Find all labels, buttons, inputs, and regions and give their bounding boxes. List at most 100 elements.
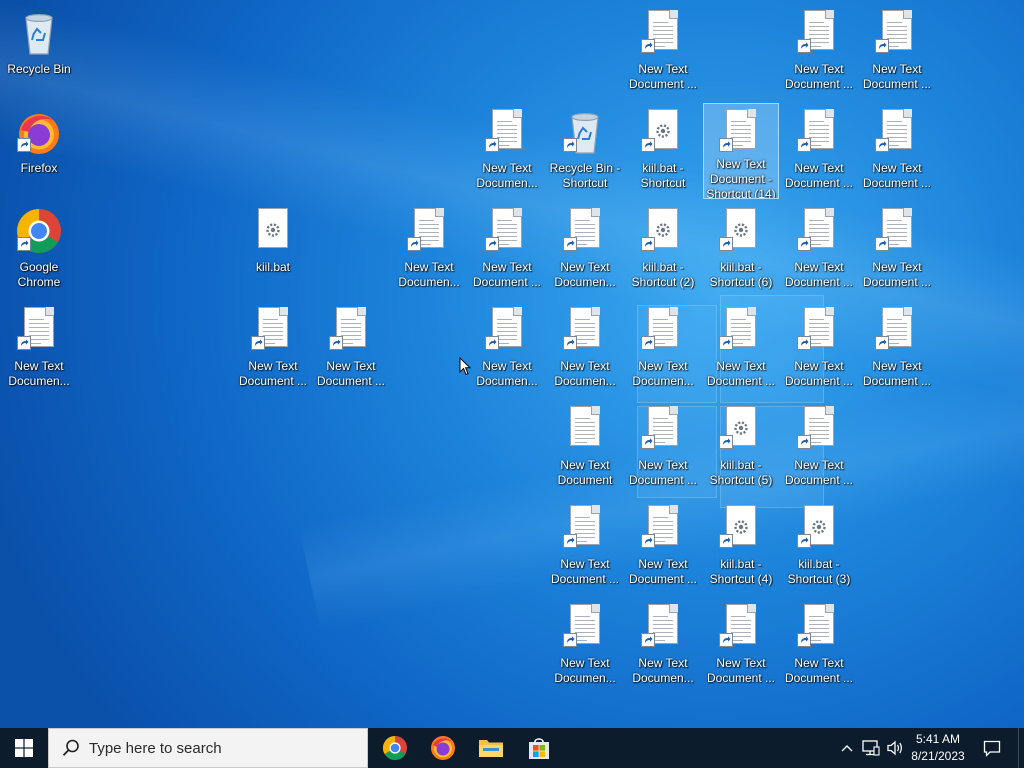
- shortcut-arrow-icon: [797, 39, 811, 53]
- icon-image: [561, 603, 609, 651]
- text-document-shortcut[interactable]: New Text Document ...: [235, 301, 311, 397]
- shortcut-arrow-icon: [563, 237, 577, 251]
- recycle-bin-shortcut[interactable]: Recycle Bin - Shortcut: [547, 103, 623, 199]
- kiil-bat-file[interactable]: kiil.bat: [235, 202, 311, 298]
- recycle-bin-icon[interactable]: Recycle Bin: [1, 4, 77, 100]
- text-document-shortcut[interactable]: New Text Document ...: [313, 301, 389, 397]
- text-document-shortcut[interactable]: New Text Document ...: [859, 4, 935, 100]
- batch-file-icon: [258, 208, 288, 248]
- taskbar-chrome-button[interactable]: [371, 728, 419, 768]
- icon-label: Google Chrome: [17, 260, 61, 289]
- text-document-shortcut[interactable]: New Text Document ...: [859, 202, 935, 298]
- firefox-icon: [431, 736, 455, 760]
- icon-label: Firefox: [20, 161, 58, 175]
- text-document-shortcut[interactable]: New Text Document ...: [625, 400, 701, 496]
- shortcut-arrow-icon: [641, 237, 655, 251]
- kiil-bat-shortcut[interactable]: kiil.bat - Shortcut: [625, 103, 701, 199]
- taskbar-file-explorer-button[interactable]: [467, 728, 515, 768]
- shortcut-arrow-icon: [641, 435, 655, 449]
- shortcut-arrow-icon: [329, 336, 343, 350]
- icon-label: Recycle Bin - Shortcut: [549, 161, 621, 190]
- text-document-shortcut[interactable]: New Text Document ...: [859, 301, 935, 397]
- icon-image: [795, 603, 843, 651]
- windows-logo-icon: [15, 739, 33, 757]
- icon-label: kiil.bat - Shortcut (3): [787, 557, 851, 586]
- icon-image: [639, 405, 687, 453]
- shortcut-arrow-icon: [641, 138, 655, 152]
- text-document-shortcut[interactable]: New Text Document ...: [781, 202, 857, 298]
- icon-image: [717, 504, 765, 552]
- text-document-shortcut[interactable]: New Text Document ...: [781, 301, 857, 397]
- icon-label: New Text Document ...: [784, 62, 854, 91]
- start-button[interactable]: [0, 728, 48, 768]
- text-document-shortcut[interactable]: New Text Document ...: [859, 103, 935, 199]
- kiil-bat-shortcut[interactable]: kiil.bat - Shortcut (5): [703, 400, 779, 496]
- icon-label: New Text Documen...: [632, 656, 694, 685]
- text-document-shortcut[interactable]: New Text Document ...: [781, 103, 857, 199]
- icon-image: [639, 603, 687, 651]
- icon-label: kiil.bat: [255, 260, 290, 274]
- text-document-shortcut[interactable]: New Text Documen...: [547, 202, 623, 298]
- text-document-shortcut[interactable]: New Text Document ...: [703, 598, 779, 694]
- text-document-shortcut[interactable]: New Text Document ...: [625, 499, 701, 595]
- text-document-shortcut[interactable]: New Text Document ...: [625, 4, 701, 100]
- icon-image: [795, 108, 843, 156]
- text-document-shortcut[interactable]: New Text Document ...: [469, 202, 545, 298]
- icon-image: [15, 207, 63, 255]
- show-desktop-button[interactable]: [1018, 728, 1024, 768]
- shortcut-arrow-icon: [719, 138, 733, 152]
- text-document-shortcut[interactable]: New Text Documen...: [469, 103, 545, 199]
- firefox-shortcut[interactable]: Firefox: [1, 103, 77, 199]
- text-document-shortcut[interactable]: New Text Documen...: [625, 301, 701, 397]
- icon-image: [795, 9, 843, 57]
- shortcut-arrow-icon: [875, 237, 889, 251]
- kiil-bat-shortcut[interactable]: kiil.bat - Shortcut (3): [781, 499, 857, 595]
- show-hidden-icons-button[interactable]: [835, 728, 859, 768]
- icon-image: [15, 9, 63, 57]
- taskbar-search-box[interactable]: Type here to search: [48, 728, 368, 768]
- text-document-file[interactable]: New Text Document: [547, 400, 623, 496]
- taskbar-clock[interactable]: 5:41 AM 8/21/2023: [902, 728, 974, 768]
- network-icon: [862, 740, 880, 756]
- search-placeholder: Type here to search: [89, 739, 222, 757]
- kiil-bat-shortcut[interactable]: kiil.bat - Shortcut (4): [703, 499, 779, 595]
- text-document-shortcut[interactable]: New Text Document ...: [781, 598, 857, 694]
- kiil-bat-shortcut[interactable]: kiil.bat - Shortcut (2): [625, 202, 701, 298]
- text-document-shortcut[interactable]: New Text Documen...: [469, 301, 545, 397]
- shortcut-arrow-icon: [407, 237, 421, 251]
- google-chrome-shortcut[interactable]: Google Chrome: [1, 202, 77, 298]
- text-document-shortcut[interactable]: New Text Documen...: [547, 598, 623, 694]
- taskbar-store-button[interactable]: [515, 728, 563, 768]
- icon-image: [639, 207, 687, 255]
- text-document-shortcut[interactable]: New Text Documen...: [1, 301, 77, 397]
- text-file-icon: [570, 406, 600, 446]
- action-center-button[interactable]: [974, 728, 1010, 768]
- text-document-shortcut[interactable]: New Text Document ...: [781, 4, 857, 100]
- shortcut-arrow-icon: [17, 237, 31, 251]
- icon-label: kiil.bat - Shortcut (6): [709, 260, 773, 289]
- icon-image: [561, 207, 609, 255]
- icon-image: [561, 108, 609, 156]
- icon-image: [561, 306, 609, 354]
- text-document-shortcut[interactable]: New Text Documen...: [625, 598, 701, 694]
- icon-image: [249, 306, 297, 354]
- icon-image: [561, 504, 609, 552]
- text-document-shortcut[interactable]: New Text Documen...: [391, 202, 467, 298]
- text-document-shortcut[interactable]: New Text Document ...: [703, 301, 779, 397]
- icon-image: [639, 504, 687, 552]
- text-document-shortcut[interactable]: New Text Documen...: [547, 301, 623, 397]
- text-document-shortcut[interactable]: New Text Document ...: [547, 499, 623, 595]
- icon-image: [795, 306, 843, 354]
- text-document-shortcut[interactable]: New Text Document - Shortcut (14): [703, 103, 779, 199]
- icon-image: [873, 207, 921, 255]
- text-document-shortcut[interactable]: New Text Document ...: [781, 400, 857, 496]
- taskbar-firefox-button[interactable]: [419, 728, 467, 768]
- icon-label: New Text Documen...: [398, 260, 460, 289]
- network-button[interactable]: [859, 728, 883, 768]
- icon-label: New Text Document: [557, 458, 613, 487]
- icon-label: New Text Document - Shortcut (14): [706, 156, 776, 198]
- desktop[interactable]: Recycle Bin Firefox Google Chrome New Te…: [0, 0, 1024, 728]
- icon-label: kiil.bat - Shortcut (4): [709, 557, 773, 586]
- kiil-bat-shortcut[interactable]: kiil.bat - Shortcut (6): [703, 202, 779, 298]
- icon-image: [873, 9, 921, 57]
